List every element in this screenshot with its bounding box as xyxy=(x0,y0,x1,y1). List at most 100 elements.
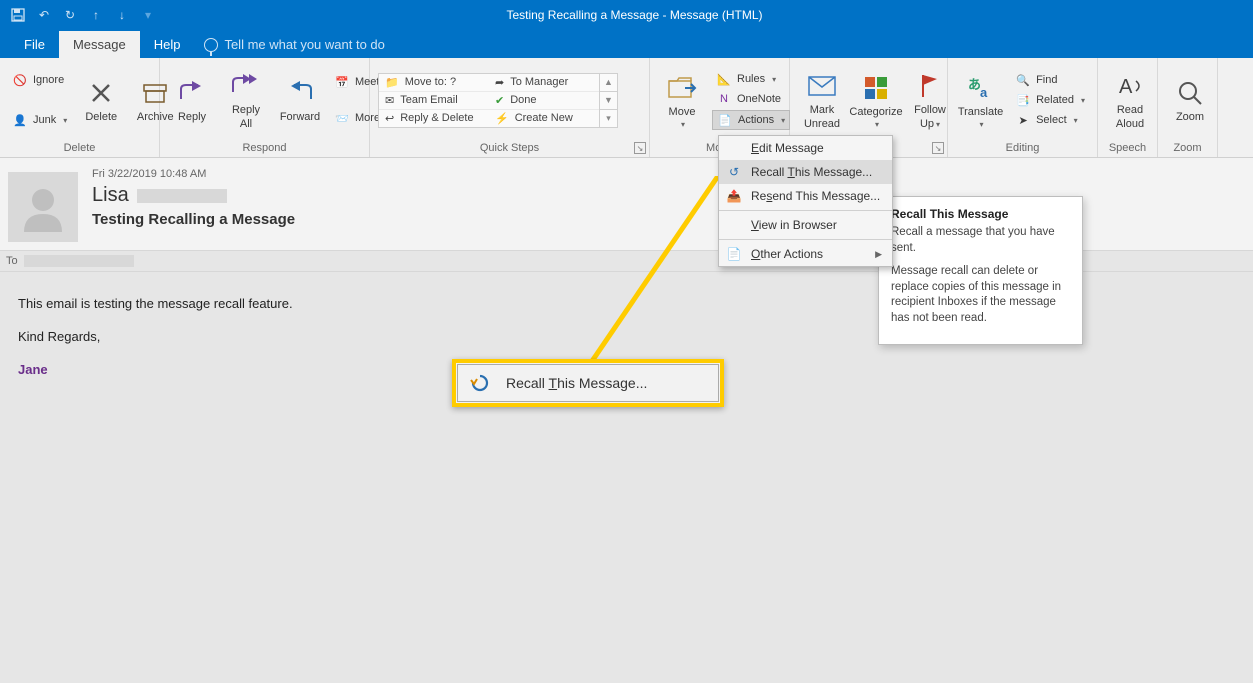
arrow-up-icon[interactable]: ↑ xyxy=(88,7,104,23)
redacted-text xyxy=(137,189,227,203)
menu-recall-message[interactable]: ↺Recall This Message... xyxy=(719,160,892,184)
categorize-icon xyxy=(860,72,892,104)
ignore-icon: 🚫 xyxy=(12,72,28,88)
undo-icon[interactable]: ↶ xyxy=(36,7,52,23)
delete-icon xyxy=(85,77,117,109)
quickstep-to-manager[interactable]: ➦To Manager xyxy=(489,74,599,92)
group-quicksteps: 📁Move to: ? ✉Team Email ↩Reply & Delete … xyxy=(370,58,650,157)
mail-icon: ✉ xyxy=(385,94,394,107)
find-button[interactable]: 🔍Find xyxy=(1011,71,1089,89)
tab-message[interactable]: Message xyxy=(59,31,140,58)
mark-unread-button[interactable]: MarkUnread xyxy=(798,68,846,132)
categorize-button[interactable]: Categorize▾ xyxy=(852,70,900,131)
quicksteps-gallery[interactable]: 📁Move to: ? ✉Team Email ↩Reply & Delete … xyxy=(378,73,618,128)
tooltip-title: Recall This Message xyxy=(891,207,1070,221)
window-title: Testing Recalling a Message - Message (H… xyxy=(156,8,1113,22)
actions-icon: 📄 xyxy=(717,112,733,128)
move-folder-icon xyxy=(666,72,698,104)
reply-all-icon xyxy=(230,70,262,102)
group-delete: 🚫Ignore 👤Junk▾ Delete Archive Delete xyxy=(0,58,160,157)
recall-icon xyxy=(470,373,490,393)
search-icon: 🔍 xyxy=(1015,72,1031,88)
onenote-icon: N xyxy=(716,91,732,107)
group-zoom: Zoom Zoom xyxy=(1158,58,1218,157)
actions-dropdown: Edit Message ↺Recall This Message... 📤Re… xyxy=(718,135,893,267)
more-icon: 📨 xyxy=(334,110,350,126)
quickstep-create-new[interactable]: ⚡Create New xyxy=(489,110,599,127)
svg-text:A: A xyxy=(1119,76,1133,98)
message-date: Fri 3/22/2019 10:48 AM xyxy=(92,168,295,180)
onenote-button[interactable]: NOneNote xyxy=(712,90,790,108)
reply-button[interactable]: Reply xyxy=(168,75,216,125)
quickstep-move-to[interactable]: 📁Move to: ? xyxy=(379,74,489,92)
ribbon-tabs: File Message Help Tell me what you want … xyxy=(0,30,1253,58)
quickstep-reply-delete[interactable]: ↩Reply & Delete xyxy=(379,110,489,127)
group-label: Editing xyxy=(948,142,1097,157)
forward-button[interactable]: Forward xyxy=(276,75,324,125)
page-icon: 📄 xyxy=(725,247,743,261)
select-button[interactable]: ➤Select▾ xyxy=(1011,111,1089,129)
translate-button[interactable]: あa Translate▾ xyxy=(956,70,1005,131)
translate-icon: あa xyxy=(965,72,997,104)
group-editing: あa Translate▾ 🔍Find 📑Related▾ ➤Select▾ E… xyxy=(948,58,1098,157)
gallery-expand-icon[interactable]: ▾ xyxy=(600,110,617,127)
related-button[interactable]: 📑Related▾ xyxy=(1011,91,1089,109)
dialog-launcher-icon[interactable]: ↘ xyxy=(634,142,646,154)
message-from: Lisa xyxy=(92,184,295,207)
tooltip-text: Recall a message that you have sent. xyxy=(891,225,1070,256)
ignore-button[interactable]: 🚫Ignore xyxy=(8,71,71,89)
forward-icon: ➦ xyxy=(495,76,504,89)
gallery-down-icon[interactable]: ▼ xyxy=(600,92,617,110)
group-label: Delete xyxy=(0,142,159,157)
tooltip-text: Message recall can delete or replace cop… xyxy=(891,264,1070,326)
calendar-icon: 📅 xyxy=(334,74,350,90)
menu-resend-message[interactable]: 📤Resend This Message... xyxy=(719,184,892,208)
magnifier-icon xyxy=(1174,77,1206,109)
menu-edit-message[interactable]: Edit Message xyxy=(719,136,892,160)
redacted-text xyxy=(24,255,134,267)
svg-text:a: a xyxy=(980,85,988,100)
cursor-icon: ➤ xyxy=(1015,112,1031,128)
junk-icon: 👤 xyxy=(12,112,28,128)
delete-button[interactable]: Delete xyxy=(77,75,125,125)
gallery-up-icon[interactable]: ▲ xyxy=(600,74,617,92)
tell-me-search[interactable]: Tell me what you want to do xyxy=(194,31,394,58)
rules-button[interactable]: 📐Rules▾ xyxy=(712,70,790,88)
menu-view-in-browser[interactable]: View in Browser xyxy=(719,213,892,237)
avatar xyxy=(8,172,78,242)
group-speech: A ReadAloud Speech xyxy=(1098,58,1158,157)
resend-icon: 📤 xyxy=(725,189,743,203)
tab-help[interactable]: Help xyxy=(140,31,195,58)
group-respond: Reply ReplyAll Forward 📅Meeting 📨More▾ R… xyxy=(160,58,370,157)
junk-button[interactable]: 👤Junk▾ xyxy=(8,111,71,129)
quickstep-team-email[interactable]: ✉Team Email xyxy=(379,92,489,110)
message-subject: Testing Recalling a Message xyxy=(92,211,295,228)
qat-customize-icon[interactable]: ▾ xyxy=(140,7,156,23)
read-aloud-button[interactable]: A ReadAloud xyxy=(1106,68,1154,132)
zoom-button[interactable]: Zoom xyxy=(1166,75,1214,125)
actions-button[interactable]: 📄Actions▾ xyxy=(712,110,790,130)
envelope-icon xyxy=(806,70,838,102)
redo-icon[interactable]: ↻ xyxy=(62,7,78,23)
menu-separator xyxy=(719,210,892,211)
folder-move-icon: 📁 xyxy=(385,76,399,89)
group-label: Quick Steps xyxy=(370,142,649,157)
group-label: Speech xyxy=(1098,142,1157,157)
arrow-down-icon[interactable]: ↓ xyxy=(114,7,130,23)
menu-separator xyxy=(719,239,892,240)
flag-icon xyxy=(914,70,946,102)
tooltip-recall: Recall This Message Recall a message tha… xyxy=(878,196,1083,345)
menu-other-actions[interactable]: 📄Other Actions▶ xyxy=(719,242,892,266)
recall-icon: ↺ xyxy=(725,165,743,179)
move-button[interactable]: Move▾ xyxy=(658,70,706,131)
group-label: Respond xyxy=(160,142,369,157)
tab-file[interactable]: File xyxy=(10,31,59,58)
title-bar: ↶ ↻ ↑ ↓ ▾ Testing Recalling a Message - … xyxy=(0,0,1253,30)
reply-all-button[interactable]: ReplyAll xyxy=(222,68,270,132)
read-aloud-icon: A xyxy=(1114,70,1146,102)
save-icon[interactable] xyxy=(10,7,26,23)
dialog-launcher-icon[interactable]: ↘ xyxy=(932,142,944,154)
callout-recall-highlight: Recall This Message... xyxy=(452,359,724,407)
follow-up-button[interactable]: FollowUp▾ xyxy=(906,68,954,132)
quickstep-done[interactable]: ✔Done xyxy=(489,92,599,110)
